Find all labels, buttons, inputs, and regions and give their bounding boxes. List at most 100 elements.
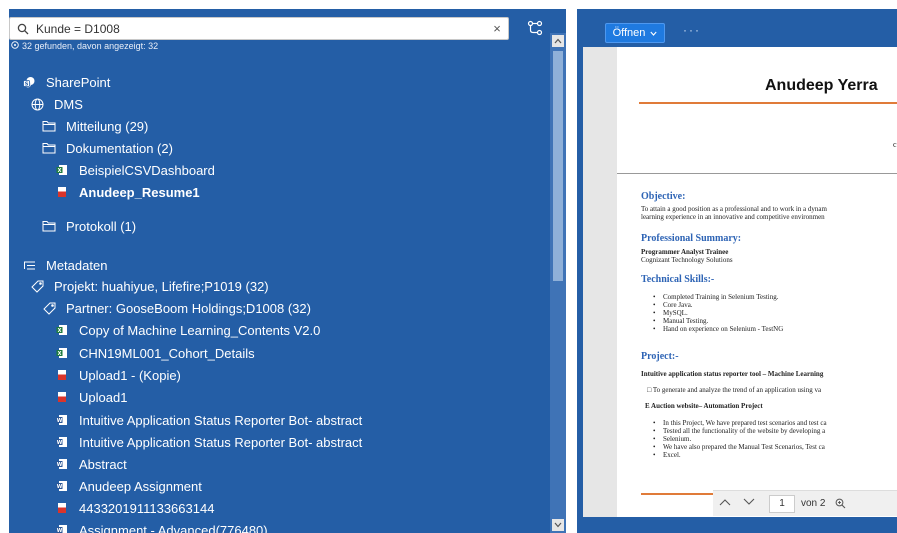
objective-text: learning experience in an innovative and…	[641, 213, 825, 221]
previous-page-icon[interactable]	[713, 498, 737, 509]
scroll-up-arrow-icon[interactable]	[552, 35, 564, 47]
pdf-file-icon	[54, 184, 70, 200]
info-icon	[11, 41, 19, 51]
svg-text:W: W	[57, 440, 63, 446]
doc-name: Anudeep Yerra	[765, 77, 878, 94]
tree-item-label: Copy of Machine Learning_Contents V2.0	[79, 322, 321, 338]
project-heading: Project:-	[641, 351, 679, 362]
tree-item[interactable]: X Copy of Machine Learning_Contents V2.0	[54, 319, 320, 341]
divider	[617, 173, 897, 174]
tree-item[interactable]: Partner: GooseBoom Holdings;D1008 (32)	[41, 297, 311, 319]
excel-file-icon: X	[54, 345, 70, 361]
skills-heading: Technical Skills:-	[641, 274, 715, 285]
word-file-icon: W	[54, 456, 70, 472]
tree-item[interactable]: Mitteilung (29)	[41, 115, 148, 137]
tree-item[interactable]: W Abstract	[54, 453, 127, 475]
list-item: MySQL.	[653, 309, 783, 317]
tree-item-label: Anudeep_Resume1	[79, 184, 200, 200]
word-file-icon: W	[54, 434, 70, 450]
tree-item-label: Intuitive Application Status Reporter Bo…	[79, 412, 363, 428]
zoom-in-icon[interactable]	[835, 498, 846, 509]
tree-item-label: Upload1 - (Kopie)	[79, 367, 181, 383]
tree-item[interactable]: Metadaten	[21, 254, 107, 276]
project-text: □ To generate and analyze the trend of a…	[647, 386, 822, 394]
skills-list: Completed Training in Selenium Testing.C…	[653, 293, 783, 333]
project-text: Intuitive application status reporter to…	[641, 370, 824, 378]
search-input[interactable]: Kunde = D1008	[36, 22, 486, 36]
tree-item-label: Dokumentation (2)	[66, 140, 173, 156]
tree-item[interactable]: W Intuitive Application Status Reporter B…	[54, 431, 362, 453]
tree-item[interactable]: DMS	[29, 93, 83, 115]
svg-text:W: W	[57, 418, 63, 424]
scroll-down-arrow-icon[interactable]	[552, 519, 564, 531]
result-count: 32 gefunden, davon angezeigt: 32	[11, 41, 158, 51]
hierarchy-toggle-icon[interactable]	[524, 17, 546, 39]
tree-item-label: Intuitive Application Status Reporter Bo…	[79, 434, 363, 450]
document-page: Anudeep Yerra c Objective: To attain a g…	[617, 47, 897, 517]
tree-item[interactable]: W Anudeep Assignment	[54, 475, 202, 497]
open-button-label: Öffnen	[612, 27, 646, 39]
list-item: In this Project, We have prepared test s…	[653, 419, 827, 427]
document-viewer: Anudeep Yerra c Objective: To attain a g…	[583, 47, 897, 517]
pdf-file-icon	[54, 367, 70, 383]
tree-item[interactable]: W Assignment - Advanced(776480)	[54, 519, 268, 533]
excel-file-icon: X	[54, 162, 70, 178]
globe-icon	[29, 96, 45, 112]
svg-text:W: W	[57, 528, 63, 533]
result-count-text: 32 gefunden, davon angezeigt: 32	[22, 41, 159, 51]
page-navigator: 1 von 2	[713, 490, 897, 516]
tree-item[interactable]: S SharePoint	[21, 71, 110, 93]
list-item: Tested all the functionality of the webs…	[653, 427, 827, 435]
list-item: Hand on experience on Selenium - TestNG	[653, 325, 783, 333]
svg-text:S: S	[24, 81, 28, 87]
doc-fragment: c	[893, 140, 897, 149]
tree-item[interactable]: 4433201911133663144	[54, 497, 214, 519]
list-item: Core Java.	[653, 301, 783, 309]
open-button[interactable]: Öffnen	[605, 23, 665, 43]
next-page-icon[interactable]	[737, 498, 761, 509]
tree-item[interactable]: Dokumentation (2)	[41, 137, 173, 159]
tree-item[interactable]: Projekt: huahiyue, Lifefire;P1019 (32)	[29, 275, 269, 297]
tree-item[interactable]: Upload1	[54, 386, 127, 408]
tree-item-label: CHN19ML001_Cohort_Details	[79, 345, 255, 361]
list-item: Excel.	[653, 451, 827, 459]
tree-item[interactable]: Protokoll (1)	[41, 215, 136, 237]
tree-item[interactable]: Upload1 - (Kopie)	[54, 364, 181, 386]
tree-item-label: Upload1	[79, 389, 128, 405]
tree-item-label: Projekt: huahiyue, Lifefire;P1019 (32)	[54, 278, 269, 294]
word-file-icon: W	[54, 522, 70, 533]
tree-item-label: 4433201911133663144	[79, 500, 215, 516]
folder-icon	[41, 118, 57, 134]
svg-text:W: W	[57, 462, 63, 468]
summary-text: Cognizant Technology Solutions	[641, 256, 733, 264]
page-number-input[interactable]: 1	[769, 494, 795, 513]
tree-item[interactable]: X BeispielCSVDashboard	[54, 159, 215, 181]
more-options-button[interactable]: ···	[683, 23, 701, 37]
project-list: In this Project, We have prepared test s…	[653, 419, 827, 459]
svg-text:X: X	[58, 351, 62, 357]
tag-icon	[29, 278, 45, 294]
tag-icon	[41, 300, 57, 316]
tree-item[interactable]: Anudeep_Resume1	[54, 181, 200, 203]
tree-item-label: Mitteilung (29)	[66, 118, 149, 134]
divider	[639, 102, 897, 104]
word-file-icon: W	[54, 412, 70, 428]
tree-item-label: BeispielCSVDashboard	[79, 162, 215, 178]
tree-item-label: Assignment - Advanced(776480)	[79, 522, 268, 533]
tree-item-label: Partner: GooseBoom Holdings;D1008 (32)	[66, 300, 311, 316]
summary-text: Programmer Analyst Trainee	[641, 248, 729, 256]
tree-item[interactable]: X CHN19ML001_Cohort_Details	[54, 342, 255, 364]
tree-item-label: Metadaten	[46, 257, 108, 273]
word-file-icon: W	[54, 478, 70, 494]
scrollbar-thumb[interactable]	[553, 51, 563, 281]
search-box[interactable]: Kunde = D1008 ×	[9, 17, 509, 40]
clear-search-button[interactable]: ×	[486, 21, 508, 36]
tree-item[interactable]: W Intuitive Application Status Reporter B…	[54, 409, 362, 431]
pdf-file-icon	[54, 389, 70, 405]
svg-text:W: W	[57, 484, 63, 490]
preview-toolbar: Öffnen ···	[577, 9, 897, 47]
excel-file-icon: X	[54, 322, 70, 338]
tree-item-label: Anudeep Assignment	[79, 478, 202, 494]
summary-heading: Professional Summary:	[641, 233, 742, 244]
page-total: von 2	[801, 498, 826, 509]
